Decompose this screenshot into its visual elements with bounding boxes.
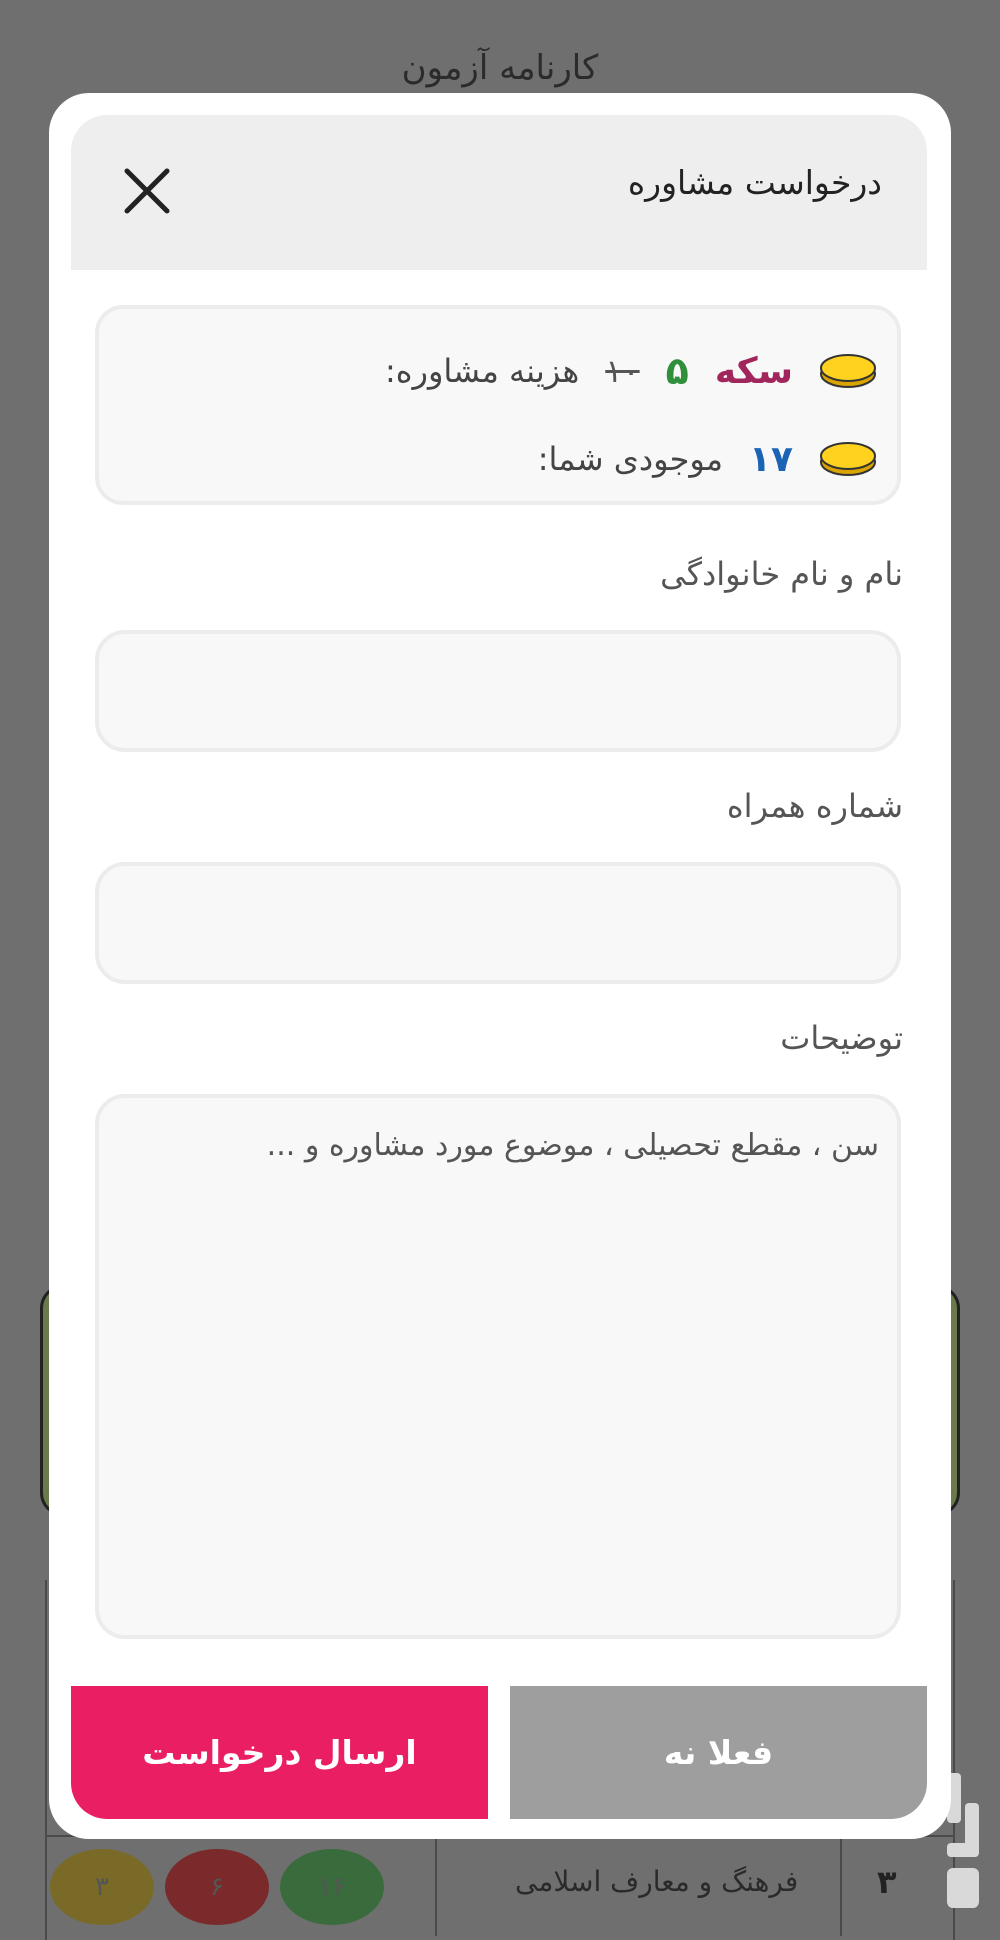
balance-value: ۱۷: [749, 438, 793, 480]
table-row: ۱۶ ۶ ۳ فرهنگ و معارف اسلامی ۳: [45, 1835, 955, 1936]
table-divider: [840, 1837, 842, 1936]
table-divider: [435, 1837, 437, 1936]
coin-icon: [820, 442, 876, 476]
score-badge-3: ۳: [50, 1849, 154, 1925]
page-title: کارنامه آزمون: [401, 48, 599, 88]
consultation-cost-row: هزینه مشاوره: ۱۰ ۵ سکه: [385, 341, 877, 401]
submit-request-button[interactable]: ارسال درخواست: [71, 1686, 488, 1819]
score-badge-1: ۱۶: [280, 1849, 384, 1925]
dialog-header: درخواست مشاوره: [71, 115, 927, 270]
row-number: ۳: [877, 1863, 897, 1901]
coin-icon: [820, 354, 876, 388]
name-input[interactable]: [95, 630, 901, 752]
old-price: ۱۰: [605, 352, 640, 390]
notes-textarea[interactable]: سن ، مقطع تحصیلی ، موضوع مورد مشاوره و .…: [95, 1094, 901, 1639]
not-now-button[interactable]: فعلا نه: [510, 1686, 927, 1819]
phone-label: شماره همراه: [726, 787, 903, 825]
cost-summary: هزینه مشاوره: ۱۰ ۵ سکه موجودی شما: ۱۷: [95, 305, 901, 505]
score-badge-2: ۶: [165, 1849, 269, 1925]
coin-unit: سکه: [714, 350, 793, 392]
lesson-name: فرهنگ و معارف اسلامی: [515, 1865, 799, 1898]
balance-label: موجودی شما:: [537, 440, 724, 478]
phone-input[interactable]: [95, 862, 901, 984]
balance-row: موجودی شما: ۱۷: [538, 429, 877, 489]
consultation-request-dialog: درخواست مشاوره هزینه مشاوره: ۱۰ ۵ سکه مو…: [49, 93, 951, 1839]
close-button[interactable]: [121, 165, 173, 217]
dialog-title: درخواست مشاوره: [627, 163, 882, 202]
notes-placeholder: سن ، مقطع تحصیلی ، موضوع مورد مشاوره و .…: [266, 1128, 879, 1163]
notes-label: توضیحات: [780, 1019, 903, 1057]
close-icon: [124, 168, 170, 214]
cost-label: هزینه مشاوره:: [384, 352, 580, 390]
name-label: نام و نام خانوادگی: [660, 555, 903, 593]
new-price: ۵: [665, 349, 689, 393]
